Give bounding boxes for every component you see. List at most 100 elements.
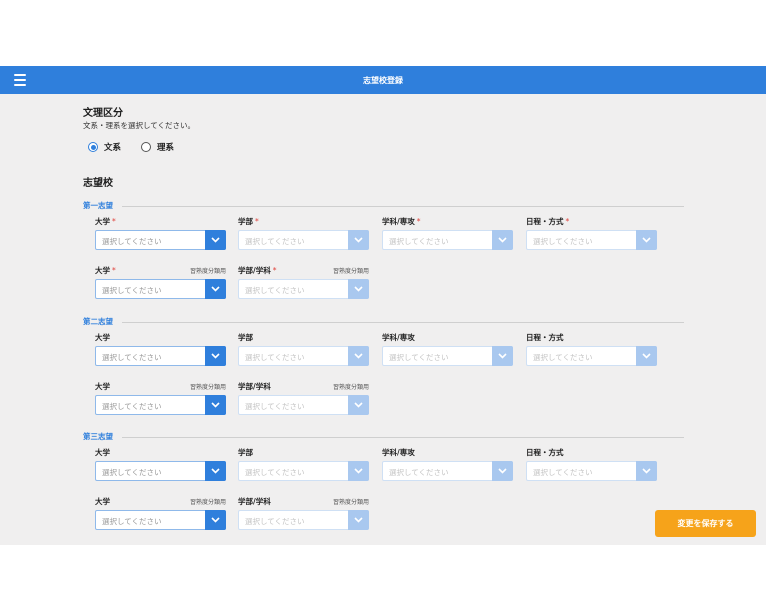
radio-label: 文系 xyxy=(104,143,122,153)
field-label: 大学 習熟度分類用 xyxy=(95,496,226,506)
chevron-down-icon[interactable] xyxy=(348,230,369,250)
select-dropdown[interactable]: 選択してください xyxy=(382,230,513,250)
select-dropdown[interactable]: 選択してください xyxy=(238,395,369,415)
select-placeholder: 選択してください xyxy=(102,353,162,362)
select-placeholder: 選択してください xyxy=(102,237,162,246)
radio-circle[interactable] xyxy=(88,142,98,152)
chevron-down-icon[interactable] xyxy=(348,346,369,366)
chevron-down-icon[interactable] xyxy=(348,279,369,299)
select-dropdown[interactable]: 選択してください xyxy=(238,279,369,299)
choice-heading: 第三志望 xyxy=(83,432,113,441)
chevron-down-icon[interactable] xyxy=(348,461,369,481)
school-field: 学科/専攻選択してください xyxy=(382,332,513,366)
select-placeholder: 選択してください xyxy=(102,517,162,526)
field-hint: 習熟度分類用 xyxy=(332,499,369,506)
school-field: 学部 * 選択してください xyxy=(238,216,369,250)
field-label-text: 学部/学科 xyxy=(238,382,271,391)
field-label-text: 学科/専攻 xyxy=(382,333,415,342)
chevron-down-icon[interactable] xyxy=(636,230,657,250)
select-placeholder: 選択してください xyxy=(389,237,449,246)
radio-circle[interactable] xyxy=(141,142,151,152)
select-dropdown[interactable]: 選択してください xyxy=(526,230,657,250)
field-label-text: 大学 xyxy=(95,382,110,391)
select-placeholder: 選択してください xyxy=(102,286,162,295)
radio-rikei[interactable]: 理系 xyxy=(141,141,174,153)
select-placeholder: 選択してください xyxy=(245,468,305,477)
category-description: 文系・理系を選択してください。 xyxy=(83,121,196,130)
schools-title: 志望校 xyxy=(83,178,113,189)
field-label-text: 学部 xyxy=(238,448,253,457)
required-mark: * xyxy=(112,217,116,226)
select-placeholder: 選択してください xyxy=(245,517,305,526)
field-label-text: 学部/学科 xyxy=(238,266,271,275)
field-label-text: 大学 xyxy=(95,266,110,275)
select-dropdown[interactable]: 選択してください xyxy=(95,510,226,530)
select-dropdown[interactable]: 選択してください xyxy=(238,510,369,530)
chevron-down-icon[interactable] xyxy=(492,230,513,250)
chevron-down-icon[interactable] xyxy=(205,461,226,481)
field-label-text: 日程・方式 xyxy=(526,333,564,342)
select-dropdown[interactable]: 選択してください xyxy=(238,461,369,481)
field-label: 大学 xyxy=(95,332,226,342)
chevron-down-icon[interactable] xyxy=(205,395,226,415)
field-label: 大学 xyxy=(95,447,226,457)
school-field: 大学 習熟度分類用選択してください xyxy=(95,381,226,415)
select-placeholder: 選択してください xyxy=(389,353,449,362)
field-label-text: 大学 xyxy=(95,333,110,342)
field-label-text: 日程・方式 xyxy=(526,448,564,457)
chevron-down-icon[interactable] xyxy=(348,510,369,530)
select-dropdown[interactable]: 選択してください xyxy=(95,346,226,366)
field-label: 学科/専攻 * xyxy=(382,216,513,226)
select-placeholder: 選択してください xyxy=(389,468,449,477)
choice-divider xyxy=(122,437,684,438)
select-dropdown[interactable]: 選択してください xyxy=(95,279,226,299)
select-placeholder: 選択してください xyxy=(245,286,305,295)
chevron-down-icon[interactable] xyxy=(205,230,226,250)
chevron-down-icon[interactable] xyxy=(492,461,513,481)
select-dropdown[interactable]: 選択してください xyxy=(95,461,226,481)
field-label: 学部/学科 * 習熟度分類用 xyxy=(238,265,369,275)
chevron-down-icon[interactable] xyxy=(205,279,226,299)
field-label: 学科/専攻 xyxy=(382,447,513,457)
chevron-down-icon[interactable] xyxy=(492,346,513,366)
save-button[interactable]: 変更を保存する xyxy=(655,510,756,537)
field-hint: 習熟度分類用 xyxy=(332,268,369,275)
select-placeholder: 選択してください xyxy=(102,402,162,411)
required-mark: * xyxy=(255,217,259,226)
field-label: 大学 習熟度分類用 xyxy=(95,381,226,391)
radio-label: 理系 xyxy=(157,143,175,153)
school-field: 学科/専攻選択してください xyxy=(382,447,513,481)
chevron-down-icon[interactable] xyxy=(205,346,226,366)
field-label-text: 学部 xyxy=(238,217,253,226)
field-label-text: 大学 xyxy=(95,448,110,457)
menu-icon[interactable] xyxy=(14,74,26,86)
select-dropdown[interactable]: 選択してください xyxy=(238,346,369,366)
school-field: 大学選択してください xyxy=(95,332,226,366)
select-dropdown[interactable]: 選択してください xyxy=(526,461,657,481)
radio-bunkei[interactable]: 文系 xyxy=(88,141,121,153)
chevron-down-icon[interactable] xyxy=(205,510,226,530)
field-label-text: 大学 xyxy=(95,497,110,506)
school-field: 日程・方式 * 選択してください xyxy=(526,216,657,250)
field-label: 学科/専攻 xyxy=(382,332,513,342)
select-placeholder: 選択してください xyxy=(245,402,305,411)
field-label-text: 日程・方式 xyxy=(526,217,564,226)
select-dropdown[interactable]: 選択してください xyxy=(95,230,226,250)
select-dropdown[interactable]: 選択してください xyxy=(95,395,226,415)
select-dropdown[interactable]: 選択してください xyxy=(238,230,369,250)
school-field: 学部選択してください xyxy=(238,332,369,366)
field-label: 学部/学科 習熟度分類用 xyxy=(238,496,369,506)
chevron-down-icon[interactable] xyxy=(348,395,369,415)
select-dropdown[interactable]: 選択してください xyxy=(526,346,657,366)
chevron-down-icon[interactable] xyxy=(636,346,657,366)
field-label: 学部 * xyxy=(238,216,369,226)
field-label-text: 学部 xyxy=(238,333,253,342)
chevron-down-icon[interactable] xyxy=(636,461,657,481)
select-dropdown[interactable]: 選択してください xyxy=(382,346,513,366)
school-field: 日程・方式選択してください xyxy=(526,447,657,481)
form-content: 文理区分 文系・理系を選択してください。 文系 理系 志望校 第一志望 大学 * 選択… xyxy=(0,94,766,545)
field-label-text: 学部/学科 xyxy=(238,497,271,506)
category-title: 文理区分 xyxy=(83,108,123,119)
choice-divider xyxy=(122,322,684,323)
select-dropdown[interactable]: 選択してください xyxy=(382,461,513,481)
